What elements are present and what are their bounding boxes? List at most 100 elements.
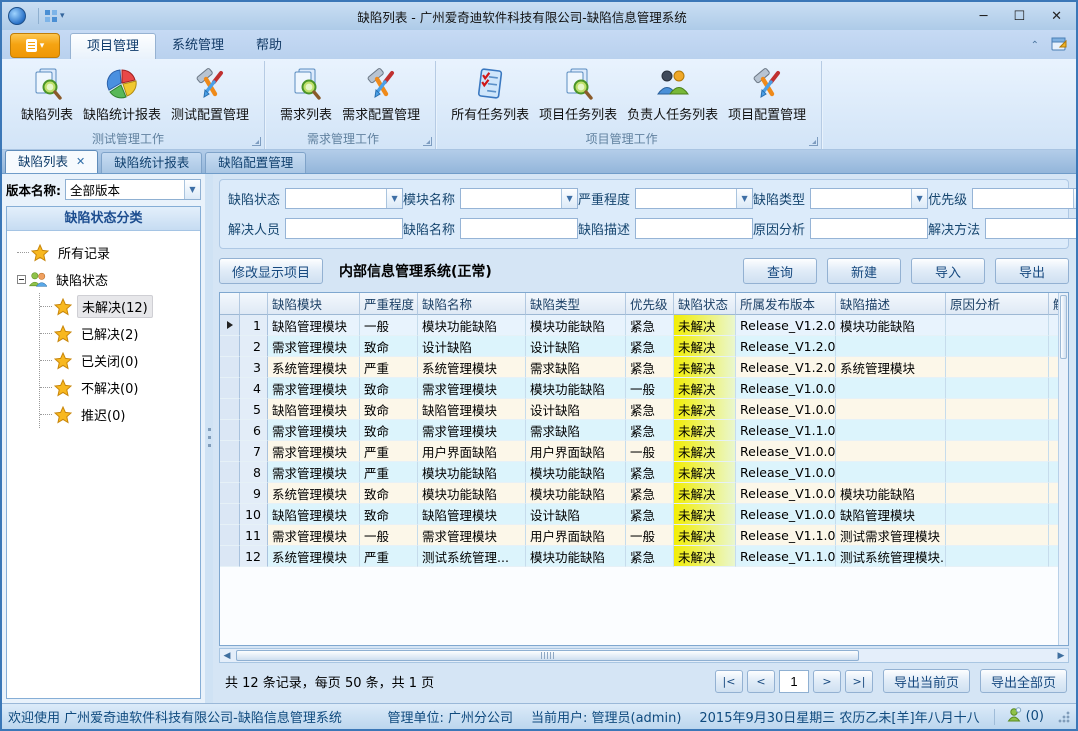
column-header-9[interactable]: 解决 [1049, 293, 1058, 315]
table-cell[interactable] [1049, 357, 1058, 378]
table-row[interactable]: 2需求管理模块致命设计缺陷设计缺陷紧急未解决Release_V1.2.0 [220, 336, 1058, 357]
column-header-4[interactable]: 优先级 [626, 293, 674, 315]
table-cell[interactable] [946, 504, 1049, 525]
dialog-launcher-icon[interactable] [809, 137, 818, 146]
dialog-launcher-icon[interactable] [423, 137, 432, 146]
table-cell[interactable]: 系统管理模块 [836, 357, 946, 378]
table-cell[interactable]: 模块功能缺陷 [526, 462, 626, 483]
table-cell[interactable]: 未解决 [674, 483, 736, 504]
prev-page-button[interactable]: < [747, 670, 775, 693]
column-header-2[interactable]: 缺陷名称 [418, 293, 526, 315]
table-cell[interactable]: 严重 [360, 462, 418, 483]
table-cell[interactable]: 严重 [360, 441, 418, 462]
table-cell[interactable]: 紧急 [626, 462, 674, 483]
table-cell[interactable]: 一般 [360, 525, 418, 546]
horizontal-scrollbar-thumb[interactable] [236, 650, 859, 661]
new-button[interactable]: 新建 [827, 258, 901, 284]
table-cell[interactable]: 未解决 [674, 462, 736, 483]
table-cell[interactable]: 一般 [360, 315, 418, 336]
table-cell[interactable]: 需求缺陷 [526, 357, 626, 378]
table-row[interactable]: 3系统管理模块严重系统管理模块需求缺陷紧急未解决Release_V1.2.0系统… [220, 357, 1058, 378]
tree-item[interactable]: 已关闭(0) [40, 347, 196, 374]
table-cell[interactable]: 缺陷管理模块 [268, 315, 360, 336]
table-cell[interactable]: 需求管理模块 [268, 441, 360, 462]
table-row[interactable]: 10缺陷管理模块致命缺陷管理模块设计缺陷紧急未解决Release_V1.0.0缺… [220, 504, 1058, 525]
table-cell[interactable]: Release_V1.0.0 [736, 462, 836, 483]
close-button[interactable]: ✕ [1051, 10, 1062, 23]
vertical-scrollbar[interactable] [1058, 293, 1068, 645]
table-cell[interactable]: 模块功能缺陷 [526, 546, 626, 567]
table-cell[interactable]: 缺陷管理模块 [268, 399, 360, 420]
export-all-pages-button[interactable]: 导出全部页 [980, 669, 1067, 693]
scroll-right-icon[interactable]: ▶ [1054, 651, 1068, 661]
table-cell[interactable] [1049, 504, 1058, 525]
filter-input-r2-1[interactable] [460, 218, 578, 239]
table-cell[interactable] [836, 399, 946, 420]
table-cell[interactable] [1049, 420, 1058, 441]
column-header-0[interactable]: 缺陷模块 [268, 293, 360, 315]
table-cell[interactable]: Release_V1.0.0 [736, 504, 836, 525]
table-cell[interactable]: 设计缺陷 [526, 504, 626, 525]
table-cell[interactable]: 紧急 [626, 315, 674, 336]
document-tab-2[interactable]: 缺陷配置管理 [205, 152, 306, 173]
ribbon-button[interactable]: 项目配置管理 [723, 64, 811, 125]
table-cell[interactable]: Release_V1.2.0 [736, 336, 836, 357]
table-cell[interactable]: 未解决 [674, 378, 736, 399]
table-cell[interactable] [836, 420, 946, 441]
filter-input-r2-3[interactable] [810, 218, 928, 239]
table-row[interactable]: 6需求管理模块致命需求管理模块需求缺陷紧急未解决Release_V1.1.0 [220, 420, 1058, 441]
table-cell[interactable]: 需求管理模块 [268, 420, 360, 441]
horizontal-scrollbar[interactable]: ◀ ▶ [219, 648, 1069, 663]
document-tab-1[interactable]: 缺陷统计报表 [101, 152, 202, 173]
table-cell[interactable]: 模块功能缺陷 [836, 483, 946, 504]
ribbon-collapse-icon[interactable]: ⌃ [1031, 40, 1039, 51]
next-page-button[interactable]: > [813, 670, 841, 693]
last-page-button[interactable]: >| [845, 670, 873, 693]
table-cell[interactable]: 严重 [360, 546, 418, 567]
ribbon-tab-2[interactable]: 帮助 [240, 33, 298, 59]
table-row[interactable]: 1缺陷管理模块一般模块功能缺陷模块功能缺陷紧急未解决Release_V1.2.0… [220, 315, 1058, 336]
filter-dropdown-r1-2[interactable]: ▼ [635, 188, 753, 209]
table-cell[interactable]: 需求管理模块 [418, 420, 526, 441]
panel-splitter[interactable] [205, 174, 213, 703]
table-cell[interactable]: 紧急 [626, 357, 674, 378]
ribbon-tab-0[interactable]: 项目管理 [70, 33, 156, 59]
table-cell[interactable]: 模块功能缺陷 [418, 315, 526, 336]
export-current-page-button[interactable]: 导出当前页 [883, 669, 970, 693]
table-cell[interactable]: 未解决 [674, 336, 736, 357]
table-cell[interactable] [836, 441, 946, 462]
chevron-down-icon[interactable]: ▼ [561, 189, 577, 208]
tab-close-icon[interactable]: ✕ [76, 152, 85, 172]
table-cell[interactable] [946, 357, 1049, 378]
table-cell[interactable]: 缺陷管理模块 [836, 504, 946, 525]
table-cell[interactable]: 未解决 [674, 546, 736, 567]
table-cell[interactable] [1049, 462, 1058, 483]
tree-item[interactable]: 未解决(12) [40, 293, 196, 320]
table-cell[interactable]: 致命 [360, 399, 418, 420]
chevron-down-icon[interactable]: ▼ [386, 189, 402, 208]
filter-dropdown-r1-4[interactable]: ▼ [972, 188, 1076, 209]
filter-input-r2-0[interactable] [285, 218, 403, 239]
table-cell[interactable] [1049, 546, 1058, 567]
column-header-7[interactable]: 缺陷描述 [836, 293, 946, 315]
table-cell[interactable]: 紧急 [626, 483, 674, 504]
resize-grip[interactable] [1058, 711, 1070, 723]
table-cell[interactable]: 缺陷管理模块 [418, 504, 526, 525]
ribbon-button[interactable]: 需求列表 [275, 64, 337, 125]
table-cell[interactable] [1049, 441, 1058, 462]
tree-item[interactable]: 推迟(0) [40, 401, 196, 428]
table-cell[interactable]: Release_V1.0.0 [736, 483, 836, 504]
version-select[interactable]: 全部版本 ▼ [65, 179, 201, 200]
chevron-down-icon[interactable]: ▼ [1073, 189, 1076, 208]
table-cell[interactable] [1049, 399, 1058, 420]
table-row[interactable]: 7需求管理模块严重用户界面缺陷用户界面缺陷一般未解决Release_V1.0.0 [220, 441, 1058, 462]
scroll-left-icon[interactable]: ◀ [220, 651, 234, 661]
query-button[interactable]: 查询 [743, 258, 817, 284]
table-cell[interactable]: 致命 [360, 504, 418, 525]
table-cell[interactable] [836, 462, 946, 483]
table-cell[interactable]: 致命 [360, 483, 418, 504]
table-cell[interactable]: 模块功能缺陷 [526, 315, 626, 336]
table-cell[interactable]: 未解决 [674, 357, 736, 378]
chevron-down-icon[interactable]: ▼ [184, 180, 200, 199]
table-cell[interactable]: 一般 [626, 441, 674, 462]
